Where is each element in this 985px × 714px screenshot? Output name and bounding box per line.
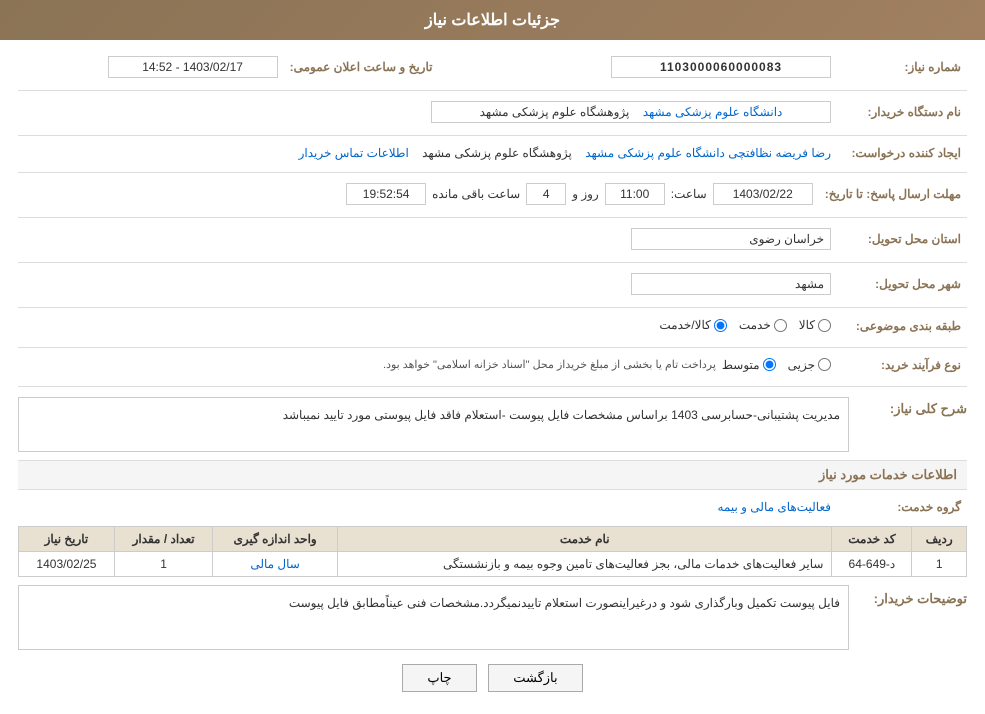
- creator-value: رضا فریضه نظافتچی دانشگاه علوم پزشکی مشه…: [18, 142, 837, 164]
- info-table-city: شهر محل تحویل: مشهد: [18, 269, 967, 299]
- deadline-time-input: 11:00: [605, 183, 665, 205]
- footer-buttons: بازگشت چاپ: [18, 664, 967, 692]
- process-radio-medium[interactable]: [763, 358, 776, 371]
- buyer-comment-wrapper: توضیحات خریدار: فایل پیوست تکمیل وبارگذا…: [18, 585, 967, 650]
- deadline-remaining-input: 19:52:54: [346, 183, 426, 205]
- deadline-remaining-label: ساعت باقی مانده: [432, 187, 520, 201]
- category-label-service: خدمت: [739, 318, 771, 332]
- buyer-org-sub: پژوهشگاه علوم پزشکی مشهد: [480, 105, 630, 119]
- need-desc-label: شرح کلی نیاز:: [857, 397, 967, 417]
- announce-date-value: 1403/02/17 - 14:52: [18, 52, 284, 82]
- category-label-goods: کالا: [799, 318, 815, 332]
- process-note: پرداخت تام یا بخشی از مبلغ خریداز محل "ا…: [383, 358, 716, 371]
- cell-code: د-649-64: [832, 551, 912, 576]
- category-radio-group: کالا خدمت کالا/خدمت: [659, 318, 831, 332]
- services-table-header: ردیف کد خدمت نام خدمت واحد اندازه گیری ت…: [19, 526, 967, 551]
- category-radio-service[interactable]: [774, 319, 787, 332]
- process-option-partial[interactable]: جزیی: [788, 358, 831, 372]
- content-area: شماره نیاز: 1103000060000083 تاریخ و ساع…: [0, 40, 985, 714]
- category-option-1[interactable]: کالا: [799, 318, 831, 332]
- col-name: نام خدمت: [337, 526, 831, 551]
- category-radio-both[interactable]: [714, 319, 727, 332]
- back-button[interactable]: بازگشت: [488, 664, 582, 692]
- info-table-process: نوع فرآیند خرید: جزیی متوسط: [18, 354, 967, 376]
- services-table: ردیف کد خدمت نام خدمت واحد اندازه گیری ت…: [18, 526, 967, 577]
- category-options: کالا خدمت کالا/خدمت: [18, 314, 837, 339]
- col-code: کد خدمت: [832, 526, 912, 551]
- category-option-2[interactable]: خدمت: [739, 318, 787, 332]
- process-radio-partial[interactable]: [818, 358, 831, 371]
- cell-unit[interactable]: سال مالی: [213, 551, 338, 576]
- info-table-org: نام دستگاه خریدار: دانشگاه علوم پزشکی مش…: [18, 97, 967, 127]
- cell-date: 1403/02/25: [19, 551, 115, 576]
- contact-info-link[interactable]: اطلاعات تماس خریدار: [299, 146, 409, 160]
- city-label: شهر محل تحویل:: [837, 269, 967, 299]
- deadline-flex: 1403/02/22 ساعت: 11:00 روز و 4 ساعت باقی…: [24, 183, 813, 205]
- process-label: نوع فرآیند خرید:: [837, 354, 967, 376]
- category-radio-goods[interactable]: [818, 319, 831, 332]
- need-desc-wrapper: شرح کلی نیاز: مدیریت پشتیبانی-حسابرسی 14…: [18, 397, 967, 452]
- col-row: ردیف: [912, 526, 967, 551]
- creator-label: ایجاد کننده درخواست:: [837, 142, 967, 164]
- province-input: خراسان رضوی: [631, 228, 831, 250]
- col-date: تاریخ نیاز: [19, 526, 115, 551]
- col-qty: تعداد / مقدار: [114, 526, 212, 551]
- buyer-org-input: دانشگاه علوم پزشکی مشهد پژوهشگاه علوم پز…: [431, 101, 831, 123]
- buyer-comment-content: فایل پیوست تکمیل وبارگذاری شود و درغیرای…: [18, 585, 849, 650]
- table-row: 1 د-649-64 سایر فعالیت‌های خدمات مالی، ب…: [19, 551, 967, 576]
- info-table-deadline: مهلت ارسال پاسخ: تا تاریخ: 1403/02/22 سا…: [18, 179, 967, 209]
- deadline-time-label: ساعت:: [671, 187, 707, 201]
- process-flex: جزیی متوسط پرداخت تام یا بخشی از مبلغ خر…: [24, 358, 831, 372]
- buyer-comment-label: توضیحات خریدار:: [857, 585, 967, 607]
- service-group-label: گروه خدمت:: [837, 496, 967, 518]
- need-number-input: 1103000060000083: [611, 56, 831, 78]
- category-option-3[interactable]: کالا/خدمت: [659, 318, 726, 332]
- process-radio-group: جزیی متوسط: [722, 358, 831, 372]
- process-options: جزیی متوسط پرداخت تام یا بخشی از مبلغ خر…: [18, 354, 837, 376]
- deadline-day-label: روز و: [572, 187, 599, 201]
- deadline-days-input: 4: [526, 183, 566, 205]
- creator-name-link[interactable]: رضا فریضه نظافتچی دانشگاه علوم پزشکی مشه…: [585, 146, 831, 160]
- service-info-header: اطلاعات خدمات مورد نیاز: [18, 460, 967, 490]
- announce-date-input: 1403/02/17 - 14:52: [108, 56, 278, 78]
- announce-date-label: تاریخ و ساعت اعلان عمومی:: [284, 52, 439, 82]
- service-group-value: فعالیت‌های مالی و بیمه: [18, 496, 837, 518]
- buyer-org-label: نام دستگاه خریدار:: [837, 97, 967, 127]
- cell-qty: 1: [114, 551, 212, 576]
- col-unit: واحد اندازه گیری: [213, 526, 338, 551]
- city-value: مشهد: [18, 269, 837, 299]
- creator-org: پژوهشگاه علوم پزشکی مشهد: [422, 146, 572, 160]
- deadline-label: مهلت ارسال پاسخ: تا تاریخ:: [819, 179, 967, 209]
- process-label-partial: جزیی: [788, 358, 815, 372]
- cell-row: 1: [912, 551, 967, 576]
- buyer-org-value: دانشگاه علوم پزشکی مشهد پژوهشگاه علوم پز…: [18, 97, 837, 127]
- service-group-link[interactable]: فعالیت‌های مالی و بیمه: [718, 500, 832, 514]
- process-option-medium[interactable]: متوسط: [722, 358, 776, 372]
- need-desc-box: مدیریت پشتیبانی-حسابرسی 1403 براساس مشخص…: [18, 397, 849, 452]
- need-desc-value: مدیریت پشتیبانی-حسابرسی 1403 براساس مشخص…: [18, 397, 849, 452]
- info-table-top: شماره نیاز: 1103000060000083 تاریخ و ساع…: [18, 52, 967, 82]
- cell-name: سایر فعالیت‌های خدمات مالی، بجز فعالیت‌ه…: [337, 551, 831, 576]
- deadline-row: 1403/02/22 ساعت: 11:00 روز و 4 ساعت باقی…: [18, 179, 819, 209]
- buyer-comment-box: فایل پیوست تکمیل وبارگذاری شود و درغیرای…: [18, 585, 849, 650]
- page-wrapper: جزئیات اطلاعات نیاز شماره نیاز: 11030000…: [0, 0, 985, 714]
- province-value: خراسان رضوی: [18, 224, 837, 254]
- need-number-label: شماره نیاز:: [837, 52, 967, 82]
- process-label-medium: متوسط: [722, 358, 760, 372]
- deadline-date-input: 1403/02/22: [713, 183, 813, 205]
- page-title: جزئیات اطلاعات نیاز: [425, 12, 560, 29]
- info-table-service-group: گروه خدمت: فعالیت‌های مالی و بیمه: [18, 496, 967, 518]
- page-header: جزئیات اطلاعات نیاز: [0, 0, 985, 40]
- category-label-both: کالا/خدمت: [659, 318, 710, 332]
- city-input: مشهد: [631, 273, 831, 295]
- info-table-category: طبقه بندی موضوعی: کالا خدمت: [18, 314, 967, 339]
- province-label: استان محل تحویل:: [837, 224, 967, 254]
- info-table-province: استان محل تحویل: خراسان رضوی: [18, 224, 967, 254]
- category-label: طبقه بندی موضوعی:: [837, 314, 967, 339]
- info-table-creator: ایجاد کننده درخواست: رضا فریضه نظافتچی د…: [18, 142, 967, 164]
- need-number-value: 1103000060000083: [498, 52, 837, 82]
- print-button[interactable]: چاپ: [402, 664, 476, 692]
- buyer-org-link[interactable]: دانشگاه علوم پزشکی مشهد: [643, 105, 783, 119]
